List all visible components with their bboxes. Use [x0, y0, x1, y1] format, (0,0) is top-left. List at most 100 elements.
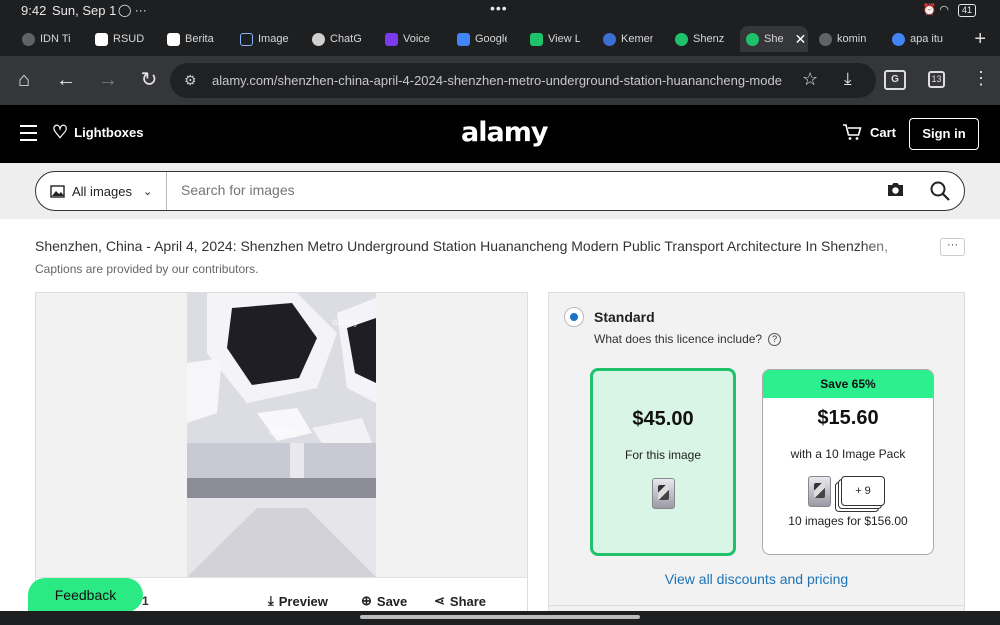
notification-icons: ◯ ···: [118, 3, 147, 17]
site-icon: [167, 32, 180, 46]
window-dots-icon[interactable]: •••: [490, 0, 508, 16]
gesture-bar: [0, 611, 1000, 625]
wifi-icon: ◠: [939, 4, 949, 16]
search-input[interactable]: [181, 182, 831, 198]
download-icon[interactable]: ⤓: [844, 69, 852, 89]
save-label: Save: [376, 593, 408, 609]
alamy-icon: [675, 32, 688, 46]
browser-menu-icon[interactable]: ⋮: [972, 68, 990, 89]
bookmark-star-icon[interactable]: ☆: [802, 69, 818, 90]
site-header: ♡ Lightboxes alamy Cart Sign in: [0, 105, 1000, 163]
site-settings-icon[interactable]: ⚙: [184, 72, 197, 89]
tab-label: Image: [258, 33, 289, 45]
tab-4[interactable]: ChatG: [312, 26, 362, 52]
tab-label: Kemen: [621, 33, 653, 45]
tab-label: apa itu: [910, 33, 944, 45]
standard-licence-radio[interactable]: [564, 307, 584, 327]
new-tab-plus-icon[interactable]: +: [974, 28, 986, 51]
site-icon: [530, 32, 543, 46]
chevron-down-icon: ⌄: [142, 185, 153, 198]
image-thumbnail: [651, 478, 675, 509]
tab-label: Shenz: [693, 33, 725, 45]
stock-photo[interactable]: alamy alamy: [187, 293, 376, 577]
tab-9[interactable]: Shenz: [675, 26, 725, 52]
sign-in-button[interactable]: Sign in: [909, 118, 979, 150]
licence-question: What does this licence include?: [594, 332, 763, 346]
tab-label: komin: [837, 33, 867, 45]
share-button[interactable]: ⋖ Share: [434, 593, 486, 609]
caption-fade: [860, 234, 930, 258]
lightboxes-link[interactable]: ♡ Lightboxes: [52, 123, 143, 141]
image-caption: Shenzhen, China - April 4, 2024: Shenzhe…: [35, 238, 888, 254]
address-bar[interactable]: ⚙ alamy.com/shenzhen-china-april-4-2024-…: [170, 63, 876, 98]
google-icon: [457, 32, 470, 46]
home-icon[interactable]: ⌂: [12, 68, 36, 92]
alarm-icon: ⏰: [922, 4, 937, 16]
watermark-text: alamy: [332, 317, 359, 328]
single-desc: For this image: [624, 448, 702, 462]
tab-label: Voice: [403, 33, 430, 45]
licence-panel: Standard What does this licence include?…: [548, 292, 965, 625]
url-text[interactable]: alamy.com/shenzhen-china-april-4-2024-sh…: [212, 73, 782, 88]
tab-active[interactable]: She ✕: [740, 26, 808, 52]
google-icon: [892, 32, 905, 46]
plus-circle-icon: ⊕: [361, 593, 372, 608]
image-thumbnail: [808, 476, 831, 507]
status-date: Sun, Sep 1: [52, 3, 117, 18]
tab-label: View L: [548, 33, 580, 45]
pack-price: $15.60: [817, 407, 879, 429]
share-icon: ⋖: [434, 593, 445, 608]
image-panel: alamy alamy 66KY1 ⤓ Preview ⊕ Save ⋖ Sha…: [35, 292, 528, 625]
single-price: $45.00: [632, 408, 694, 430]
tab-label: She: [764, 33, 784, 45]
tab-5[interactable]: Voice: [385, 26, 433, 52]
tab-12[interactable]: apa itu: [892, 26, 944, 52]
alamy-logo[interactable]: alamy: [461, 117, 548, 148]
feedback-button[interactable]: Feedback: [28, 578, 143, 612]
tab-1[interactable]: RSUD: [95, 26, 147, 52]
translate-icon[interactable]: G: [884, 70, 906, 90]
pack-summary: 10 images for $156.00: [788, 514, 908, 528]
watermark-text: alamy: [269, 426, 299, 438]
close-tab-icon[interactable]: ✕: [795, 31, 807, 48]
chatgpt-icon: [312, 32, 325, 46]
more-options-button[interactable]: ···: [940, 238, 965, 256]
status-bar: 9:42 Sun, Sep 1 ◯ ··· ••• ⏰ ◠ 41: [0, 0, 1000, 22]
tab-3[interactable]: Image: [240, 26, 290, 52]
cart-link[interactable]: Cart: [842, 123, 896, 141]
tab-0[interactable]: IDN Ti: [22, 26, 74, 52]
save-badge: Save 65%: [763, 370, 933, 398]
image-type-dropdown[interactable]: All images ⌄: [36, 172, 167, 210]
reload-icon[interactable]: ↻: [137, 68, 161, 92]
image-icon: [240, 32, 253, 46]
download-icon: ⤓: [268, 593, 274, 608]
tab-7[interactable]: View L: [530, 26, 580, 52]
hamburger-menu-icon[interactable]: [20, 125, 37, 146]
search-icon[interactable]: [929, 180, 951, 202]
preview-button[interactable]: ⤓ Preview: [268, 593, 328, 609]
tab-count-button[interactable]: 13: [928, 71, 945, 88]
image-pack-option[interactable]: Save 65% $15.60 with a 10 Image Pack + 9…: [762, 369, 934, 555]
view-discounts-link[interactable]: View all discounts and pricing: [549, 571, 964, 587]
licence-info-link[interactable]: What does this licence include? ?: [594, 332, 782, 346]
status-right: ⏰ ◠ 41: [923, 3, 976, 17]
pack-thumbnails: + 9: [763, 476, 933, 512]
tab-label: ChatG: [330, 33, 362, 45]
save-button[interactable]: ⊕ Save: [361, 593, 407, 609]
tab-2[interactable]: Berita: [167, 26, 217, 52]
camera-icon[interactable]: [886, 181, 905, 197]
tab-11[interactable]: komin: [819, 26, 871, 52]
back-arrow-icon[interactable]: ←: [54, 68, 78, 92]
help-icon[interactable]: ?: [768, 332, 782, 346]
home-gesture-pill[interactable]: [360, 615, 640, 619]
licence-title: Standard: [594, 309, 655, 325]
pack-desc: with a 10 Image Pack: [790, 447, 906, 461]
search-band: All images ⌄: [0, 163, 1000, 219]
tab-6[interactable]: Google: [457, 26, 507, 52]
share-label: Share: [449, 593, 487, 609]
filter-label: All images: [72, 183, 132, 199]
tab-8[interactable]: Kemen: [603, 26, 653, 52]
metro-station-illustration: alamy alamy: [187, 293, 376, 577]
forward-arrow-icon[interactable]: →: [96, 68, 120, 92]
single-image-option[interactable]: $45.00 For this image: [590, 368, 736, 556]
